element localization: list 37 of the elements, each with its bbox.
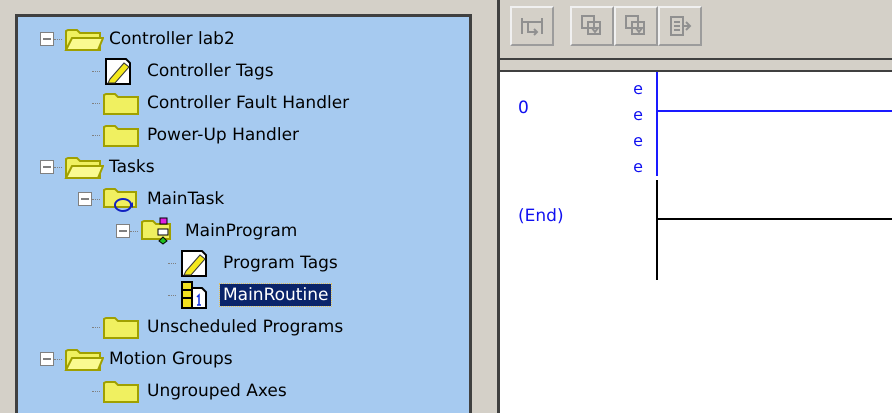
collapse-icon[interactable] bbox=[40, 352, 54, 366]
open-folder-icon bbox=[64, 346, 104, 372]
rung-number: (End) bbox=[517, 205, 565, 228]
tree-item[interactable]: MainProgram bbox=[182, 220, 300, 242]
tree-item[interactable]: MainRoutine bbox=[220, 284, 332, 306]
rung-error-mark: e bbox=[633, 130, 643, 152]
branch-button[interactable] bbox=[510, 6, 554, 46]
tree-item[interactable]: Unscheduled Programs bbox=[144, 316, 346, 338]
export-button[interactable] bbox=[658, 6, 702, 46]
tree-item[interactable]: Controller lab2 bbox=[106, 28, 238, 50]
tree-item[interactable]: MainTask bbox=[144, 188, 228, 210]
rung-number: 0 bbox=[517, 97, 530, 120]
rung-error-mark: e bbox=[633, 156, 643, 178]
collapse-icon[interactable] bbox=[78, 192, 92, 206]
collapse-icon[interactable] bbox=[116, 224, 130, 238]
rung-error-mark: e bbox=[633, 78, 643, 100]
tree-item[interactable]: Controller Tags bbox=[144, 60, 277, 82]
folder-icon bbox=[102, 90, 142, 116]
collapse-icon[interactable] bbox=[40, 32, 54, 46]
tree-item[interactable]: Motion Groups bbox=[106, 348, 236, 370]
export-icon bbox=[668, 14, 692, 38]
copy-icon bbox=[580, 14, 604, 38]
open-folder-icon bbox=[64, 26, 104, 52]
copy-button[interactable] bbox=[614, 6, 658, 46]
collapse-icon[interactable] bbox=[40, 160, 54, 174]
tree-item[interactable]: Controller Fault Handler bbox=[144, 92, 352, 114]
folder-icon bbox=[102, 378, 142, 404]
folder-icon bbox=[102, 122, 142, 148]
folder-icon bbox=[102, 314, 142, 340]
tree-item[interactable]: Tasks bbox=[106, 156, 158, 178]
tree-item[interactable]: Power-Up Handler bbox=[144, 124, 302, 146]
tree-item[interactable]: Program Tags bbox=[220, 252, 341, 274]
copy-button[interactable] bbox=[570, 6, 614, 46]
rung-error-mark: e bbox=[633, 104, 643, 126]
tree-item[interactable]: Ungrouped Axes bbox=[144, 380, 290, 402]
copy-icon bbox=[624, 14, 648, 38]
open-folder-icon bbox=[64, 154, 104, 180]
